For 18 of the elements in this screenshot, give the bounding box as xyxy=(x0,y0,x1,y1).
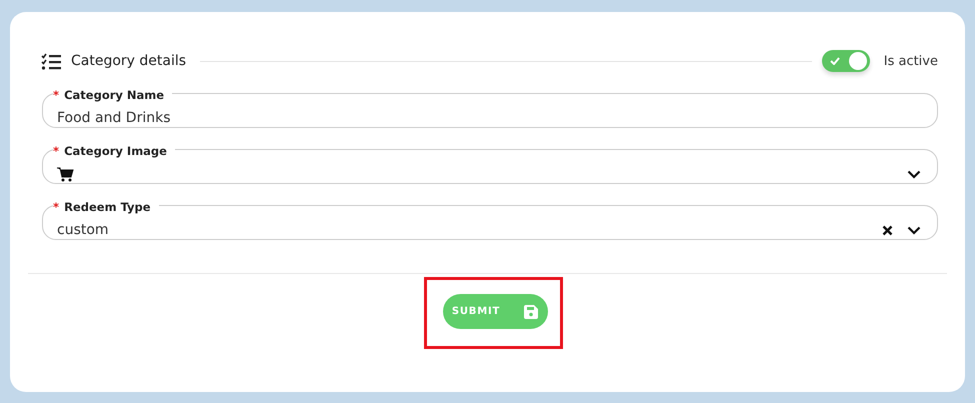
clear-icon[interactable] xyxy=(882,224,893,236)
toggle-label: Is active xyxy=(884,54,938,68)
cart-icon xyxy=(57,166,74,182)
active-toggle[interactable] xyxy=(822,50,870,72)
required-mark: * xyxy=(53,144,60,158)
chevron-down-icon[interactable] xyxy=(907,226,921,234)
checklist-icon xyxy=(41,52,61,70)
save-icon xyxy=(524,304,538,318)
required-mark: * xyxy=(53,200,60,214)
chevron-down-icon[interactable] xyxy=(907,170,921,178)
field-label: Category Name xyxy=(64,88,164,102)
field-label: Redeem Type xyxy=(64,200,151,214)
check-icon xyxy=(830,57,840,65)
field-label: Category Image xyxy=(64,144,167,158)
section-title: Category details xyxy=(71,53,186,69)
field-value: custom xyxy=(57,222,109,238)
field-value: Food and Drinks xyxy=(57,110,171,126)
required-mark: * xyxy=(53,88,60,102)
